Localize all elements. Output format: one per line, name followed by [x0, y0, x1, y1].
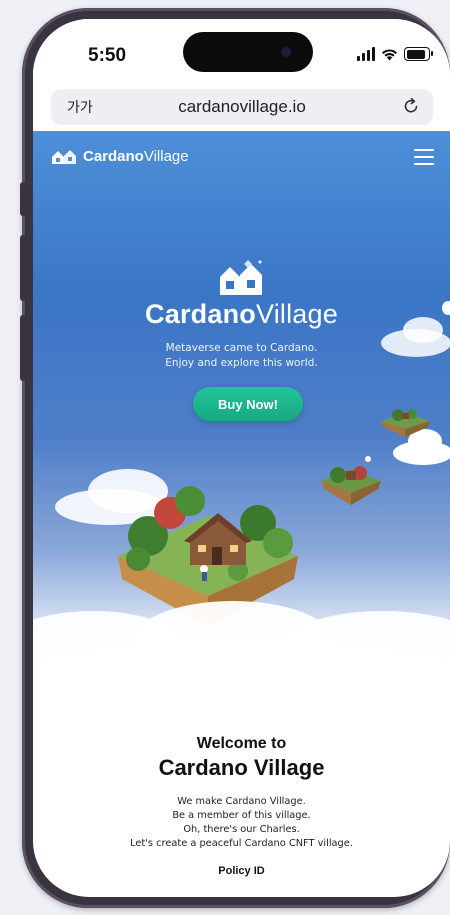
- tagline-line: Enjoy and explore this world.: [165, 357, 318, 369]
- mute-switch: [20, 182, 26, 216]
- wifi-icon: [382, 48, 397, 60]
- text-size-button[interactable]: 가가: [67, 97, 93, 117]
- phone-screen: 5:50 가가 cardanovillage.io CardanoVillage…: [33, 19, 450, 897]
- medium-floating-island-icon: [321, 456, 381, 505]
- village-logo-icon: [52, 149, 76, 164]
- welcome-description: We make Cardano Village. Be a member of …: [33, 795, 450, 851]
- small-floating-island-icon: [381, 409, 430, 437]
- status-bar: 5:50: [33, 19, 450, 83]
- status-icons: [357, 47, 433, 61]
- buy-now-button[interactable]: Buy Now!: [193, 387, 303, 421]
- description-line: Be a member of this village.: [172, 810, 311, 821]
- site-nav: CardanoVillage: [33, 131, 450, 175]
- address-bar[interactable]: 가가 cardanovillage.io: [51, 89, 433, 125]
- cloud-edge: [442, 301, 450, 315]
- volume-down-button: [20, 315, 26, 381]
- welcome-section: Welcome to Cardano Village We make Carda…: [33, 735, 450, 877]
- nav-logo[interactable]: CardanoVillage: [51, 148, 189, 165]
- hero-section: CardanoVillage CardanoVillage Metaverse …: [33, 131, 450, 691]
- description-line: We make Cardano Village.: [177, 796, 306, 807]
- hero-logo: [33, 259, 450, 301]
- dynamic-island: [183, 32, 313, 72]
- nav-brand: CardanoVillage: [83, 148, 189, 165]
- description-line: Oh, there's our Charles.: [183, 824, 300, 835]
- hero-brand: CardanoVillage: [145, 299, 338, 329]
- description-line: Let's create a peaceful Cardano CNFT vil…: [130, 838, 353, 849]
- reload-icon[interactable]: [401, 96, 421, 116]
- welcome-heading-small: Welcome to: [196, 735, 287, 752]
- volume-up-button: [20, 235, 26, 301]
- policy-id-label: Policy ID: [218, 865, 265, 877]
- signal-icon: [357, 47, 375, 61]
- village-logo-large-icon: [219, 260, 262, 295]
- welcome-heading-large: Cardano Village: [158, 755, 325, 780]
- battery-icon: [404, 47, 433, 61]
- status-time: 5:50: [88, 45, 127, 66]
- camera-icon: [281, 47, 291, 57]
- url-text[interactable]: cardanovillage.io: [51, 97, 433, 117]
- hamburger-menu-icon[interactable]: [414, 149, 434, 165]
